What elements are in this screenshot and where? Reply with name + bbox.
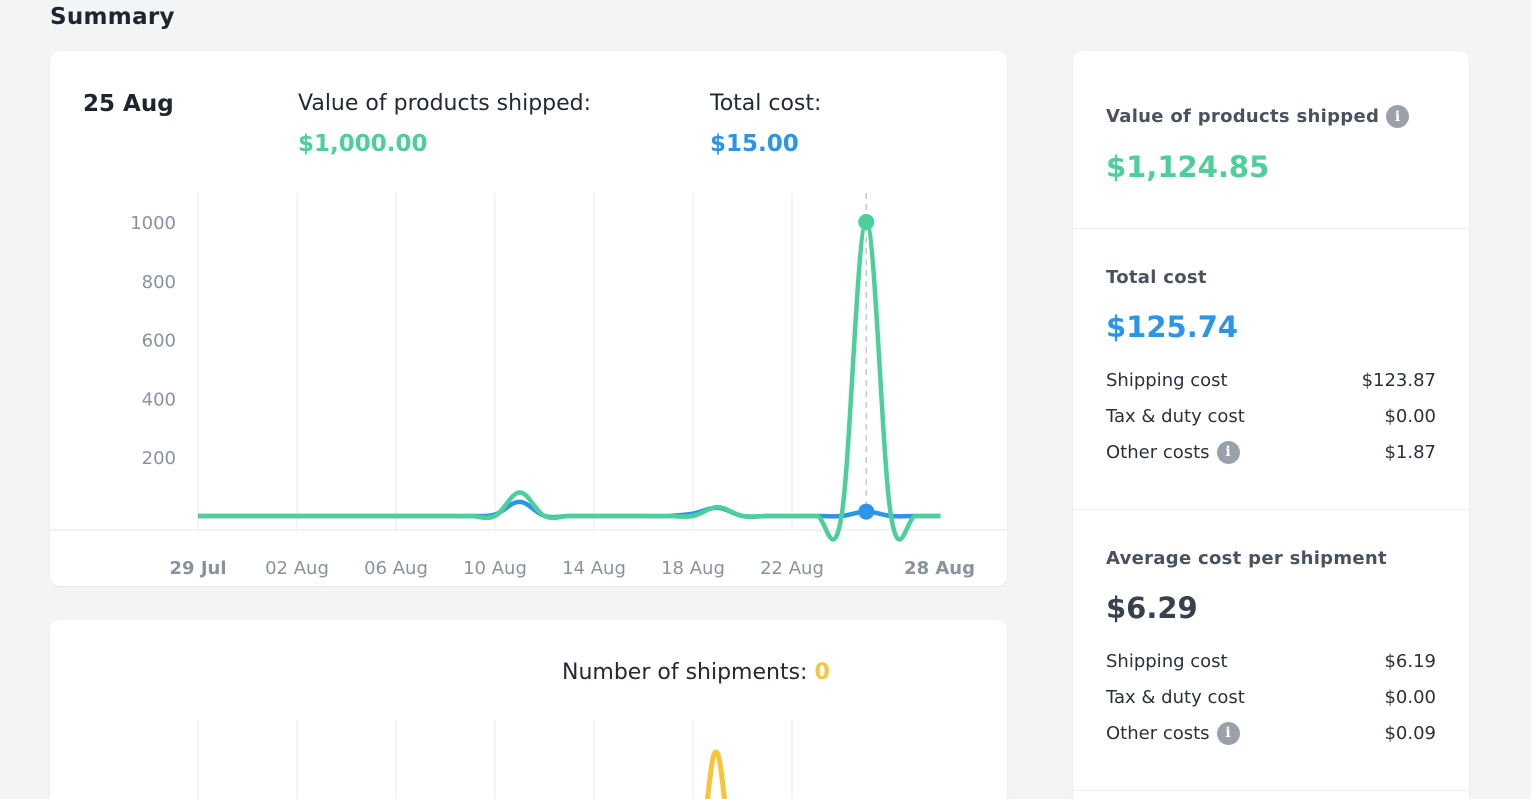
breakdown-value: $123.87 (1361, 369, 1436, 391)
highlight-point-0 (858, 503, 875, 520)
x-tick-label: 28 Aug (904, 558, 975, 579)
series-line-1 (198, 219, 941, 542)
value-shipped-total: $1,124.85 (1106, 150, 1270, 184)
avg-cost-breakdown: Shipping cost $6.19 Tax & duty cost $0.0… (1106, 643, 1436, 751)
value-shipped-side-label: Value of products shipped i (1106, 105, 1436, 128)
avg-cost-section: Average cost per shipment $6.29 Shipping… (1073, 510, 1469, 791)
shipments-grid (197, 720, 793, 799)
shipments-series-line (704, 749, 728, 799)
info-icon[interactable]: i (1216, 440, 1240, 464)
breakdown-value: $1.87 (1384, 441, 1436, 463)
x-tick-label: 10 Aug (463, 558, 527, 579)
breakdown-label: Tax & duty cost (1106, 686, 1245, 708)
breakdown-label-wrap: Other costs i (1106, 440, 1240, 464)
y-tick-label: 400 (142, 389, 176, 410)
page-title: Summary (50, 4, 175, 30)
breakdown-row: Tax & duty cost $0.00 (1106, 398, 1436, 434)
breakdown-label: Other costs (1106, 722, 1210, 744)
breakdown-label: Other costs (1106, 441, 1210, 463)
total-cost-breakdown: Shipping cost $123.87 Tax & duty cost $0… (1106, 362, 1436, 470)
x-tick-label: 22 Aug (760, 558, 824, 579)
breakdown-value: $0.09 (1384, 722, 1436, 744)
y-tick-label: 800 (142, 272, 176, 293)
breakdown-row: Shipping cost $123.87 (1106, 362, 1436, 398)
value-shipped-section: Value of products shipped i $1,124.85 (1073, 51, 1469, 229)
breakdown-label-wrap: Other costs i (1106, 721, 1240, 745)
x-tick-label: 14 Aug (562, 558, 626, 579)
shipments-line-chart[interactable] (50, 620, 1007, 799)
total-cost-side-label: Total cost (1106, 267, 1207, 288)
x-tick-label: 06 Aug (364, 558, 428, 579)
avg-cost-total: $6.29 (1106, 591, 1198, 625)
x-tick-label: 18 Aug (661, 558, 725, 579)
value-shipped-side-label-text: Value of products shipped (1106, 106, 1380, 127)
breakdown-value: $6.19 (1384, 650, 1436, 672)
x-tick-label: 29 Jul (170, 558, 227, 579)
breakdown-row: Other costs i $1.87 (1106, 434, 1436, 470)
info-icon[interactable]: i (1216, 721, 1240, 745)
breakdown-label: Shipping cost (1106, 369, 1228, 391)
y-tick-label: 1000 (130, 213, 176, 234)
breakdown-value: $0.00 (1384, 686, 1436, 708)
breakdown-row: Other costs i $0.09 (1106, 715, 1436, 751)
total-cost-section: Total cost $125.74 Shipping cost $123.87… (1073, 229, 1469, 510)
breakdown-row: Shipping cost $6.19 (1106, 643, 1436, 679)
info-icon[interactable]: i (1386, 105, 1410, 128)
breakdown-value: $0.00 (1384, 405, 1436, 427)
x-tick-label: 02 Aug (265, 558, 329, 579)
breakdown-label: Tax & duty cost (1106, 405, 1245, 427)
breakdown-label: Shipping cost (1106, 650, 1228, 672)
summary-side-card: Value of products shipped i $1,124.85 To… (1073, 51, 1469, 799)
avg-cost-side-label: Average cost per shipment (1106, 548, 1387, 569)
value-cost-chart-card: 25 Aug Value of products shipped: $1,000… (50, 51, 1007, 586)
highlight-point-1 (858, 214, 875, 230)
breakdown-row: Tax & duty cost $0.00 (1106, 679, 1436, 715)
total-cost-total: $125.74 (1106, 310, 1239, 344)
line-chart[interactable]: 200 400 600 800 1000 29 Jul 02 Aug 06 Aug 10 Aug… (50, 51, 1007, 586)
shipments-chart-card: Number of shipments: 0 (50, 620, 1007, 799)
y-tick-label: 200 (142, 448, 176, 469)
chart-grid (197, 193, 793, 529)
y-tick-label: 600 (142, 331, 176, 352)
